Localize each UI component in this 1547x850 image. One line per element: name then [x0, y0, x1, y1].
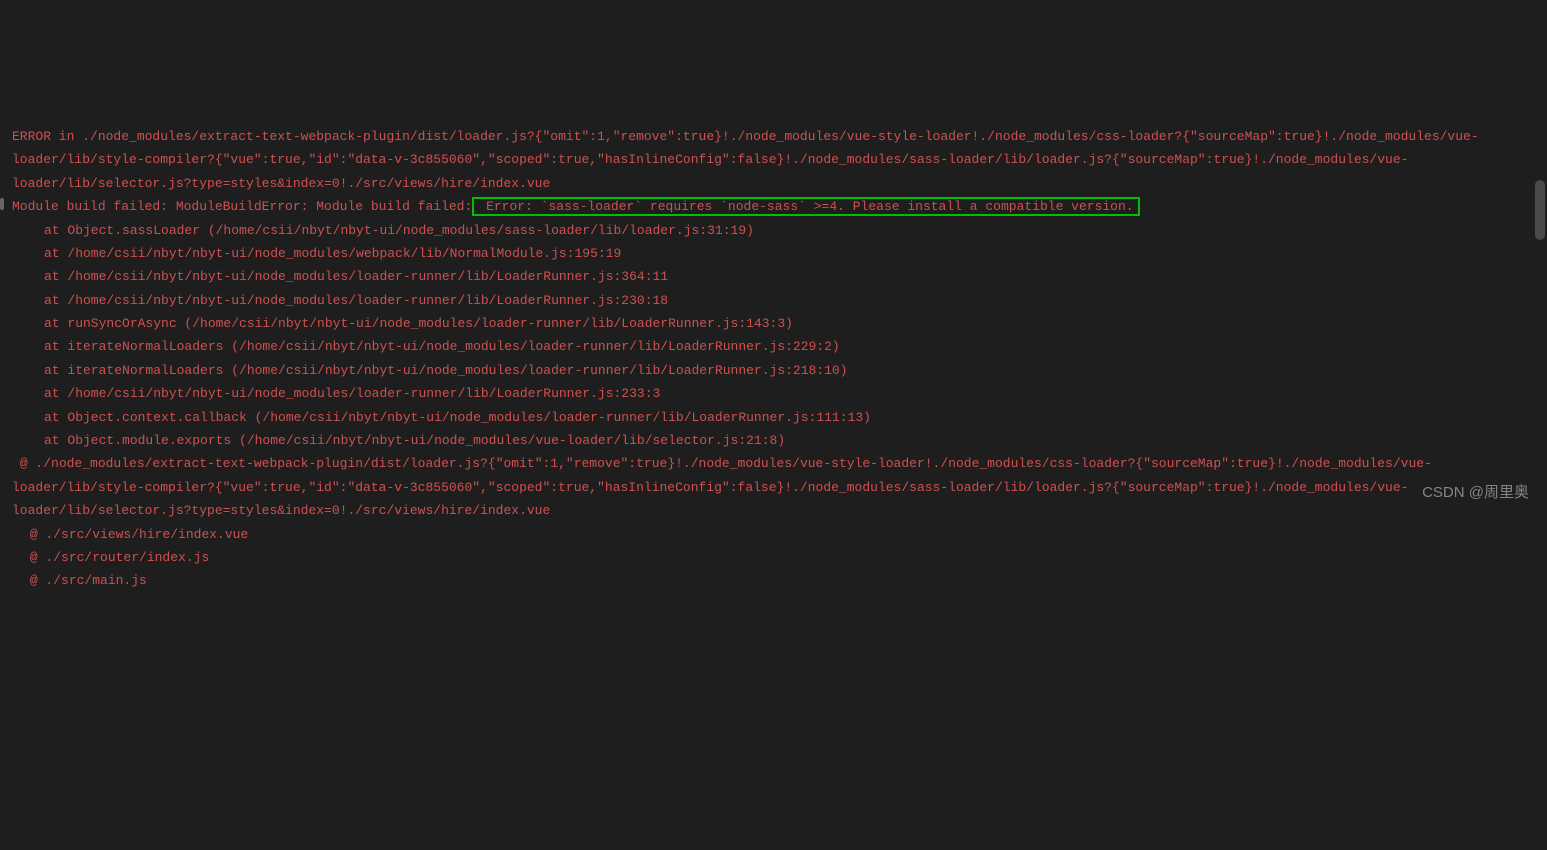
terminal-error-output: ERROR in ./node_modules/extract-text-web…: [12, 102, 1535, 593]
stack-trace-line: at /home/csii/nbyt/nbyt-ui/node_modules/…: [12, 382, 1535, 405]
at-chain-line: @ ./src/router/index.js: [12, 546, 1535, 569]
scrollbar-thumb[interactable]: [1535, 180, 1545, 240]
stack-trace-line: at iterateNormalLoaders (/home/csii/nbyt…: [12, 359, 1535, 382]
stack-trace-line: at /home/csii/nbyt/nbyt-ui/node_modules/…: [12, 289, 1535, 312]
module-build-failed-line: Module build failed: ModuleBuildError: M…: [12, 197, 1140, 216]
highlighted-error-message: Error: `sass-loader` requires `node-sass…: [472, 197, 1139, 216]
module-failed-prefix: Module build failed: ModuleBuildError: M…: [12, 199, 472, 214]
scrollbar-track: [1533, 0, 1547, 514]
error-header: ERROR in ./node_modules/extract-text-web…: [12, 125, 1535, 195]
stack-trace-line: at Object.context.callback (/home/csii/n…: [12, 406, 1535, 429]
stack-trace-line: at iterateNormalLoaders (/home/csii/nbyt…: [12, 335, 1535, 358]
watermark-text: CSDN @周里奥: [1422, 479, 1529, 506]
stack-trace-line: at Object.module.exports (/home/csii/nby…: [12, 429, 1535, 452]
stack-trace-line: at /home/csii/nbyt/nbyt-ui/node_modules/…: [12, 265, 1535, 288]
at-chain-line: @ ./src/main.js: [12, 569, 1535, 592]
panel-drag-handle-icon[interactable]: [0, 198, 4, 210]
stack-trace-line: at Object.sassLoader (/home/csii/nbyt/nb…: [12, 219, 1535, 242]
at-chain-line: @ ./src/views/hire/index.vue: [12, 523, 1535, 546]
stack-trace-line: at /home/csii/nbyt/nbyt-ui/node_modules/…: [12, 242, 1535, 265]
stack-trace-line: at runSyncOrAsync (/home/csii/nbyt/nbyt-…: [12, 312, 1535, 335]
at-chain-line: @ ./node_modules/extract-text-webpack-pl…: [12, 452, 1535, 522]
